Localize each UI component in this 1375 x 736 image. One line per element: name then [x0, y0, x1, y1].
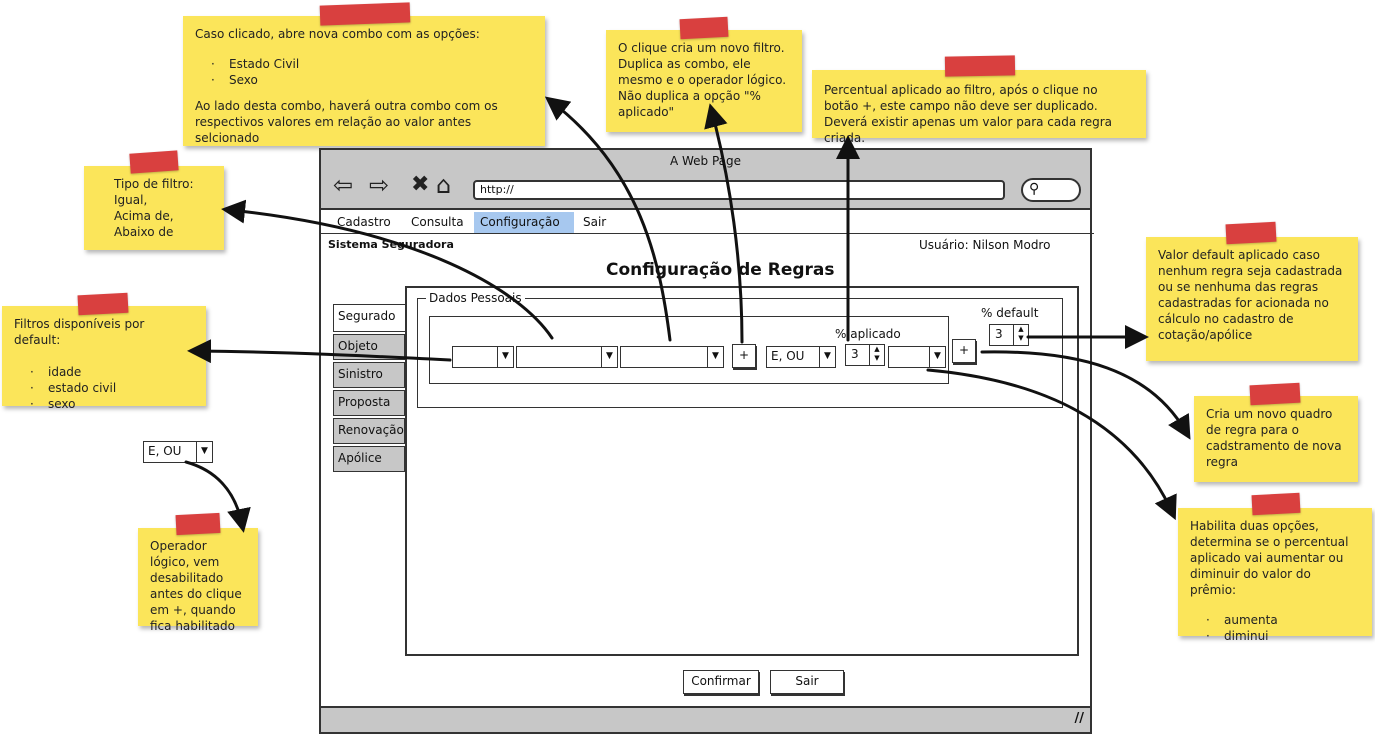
status-bar: //	[321, 706, 1090, 732]
list-item: idade	[30, 364, 194, 380]
tape	[129, 150, 179, 174]
tape	[1251, 492, 1301, 516]
add-rule-button[interactable]: +	[952, 339, 976, 363]
tab-objeto[interactable]: Objeto	[333, 334, 405, 360]
tape	[1249, 382, 1301, 406]
menu-item-sair[interactable]: Sair	[577, 212, 612, 233]
tape	[679, 16, 729, 40]
note-default-value: Valor default aplicado caso nenhum regra…	[1146, 237, 1358, 361]
tape	[1225, 221, 1277, 245]
note-options-title: Habilita duas opções, determina se o per…	[1190, 519, 1349, 597]
note-default-filters: Filtros disponíveis por default: idade e…	[2, 306, 206, 412]
url-text: http://	[480, 183, 514, 196]
menu-item-consulta[interactable]: Consulta	[405, 212, 470, 233]
resize-grip-icon: //	[1074, 711, 1085, 726]
window-title: A Web Page	[669, 154, 742, 168]
page-title: Configuração de Regras	[606, 260, 835, 280]
tab-renovacao[interactable]: Renovação	[333, 418, 405, 444]
note-combo-options: Caso clicado, abre nova combo com as opç…	[183, 16, 545, 146]
group-label: Dados Pessoais	[426, 290, 525, 306]
list-item: Acima de,	[114, 209, 174, 223]
note-options-list: aumenta diminui	[1190, 612, 1360, 644]
close-icon[interactable]: ✖	[411, 170, 429, 200]
increase-decrease-combo[interactable]: ▼	[888, 346, 946, 368]
note-increase-decrease: Habilita duas opções, determina se o per…	[1178, 508, 1372, 644]
note-operator-text: Operador lógico, vem desabilitado antes …	[150, 539, 242, 633]
browser-window: A Web Page ⇦ ⇨ ✖ ⌂ http:// ⚲ Cadastro Co…	[319, 148, 1094, 734]
filter-value-combo[interactable]: ▼	[620, 346, 724, 368]
back-arrow-icon[interactable]: ⇦	[333, 170, 353, 200]
tab-apolice[interactable]: Apólice	[333, 446, 405, 472]
logic-operator-value: E, OU	[771, 349, 805, 363]
note-filter-type: Tipo de filtro: Igual, Acima de, Abaixo …	[84, 166, 224, 250]
percent-default-stepper[interactable]: 3 ▲ ▼	[989, 324, 1029, 346]
note-default-filters-list: idade estado civil sexo	[14, 364, 194, 412]
tape	[77, 292, 129, 316]
list-item: diminui	[1206, 628, 1360, 644]
chevron-down-icon: ▼	[819, 347, 835, 367]
percent-applied-label: % aplicado	[835, 327, 901, 341]
tab-proposta[interactable]: Proposta	[333, 390, 405, 416]
list-item: Abaixo de	[114, 225, 174, 239]
list-item: Sexo	[211, 72, 533, 88]
add-filter-button[interactable]: +	[732, 344, 756, 368]
list-item: Igual,	[114, 193, 148, 207]
forward-arrow-icon[interactable]: ⇨	[369, 170, 389, 200]
tape	[319, 2, 411, 26]
filter-field-combo[interactable]: ▼	[452, 346, 514, 368]
note-type-title: Tipo de filtro:	[114, 177, 194, 191]
exit-button[interactable]: Sair	[770, 670, 844, 694]
tab-segurado[interactable]: Segurado	[333, 304, 407, 332]
title-bar: A Web Page ⇦ ⇨ ✖ ⌂ http:// ⚲	[321, 150, 1090, 210]
list-item: aumenta	[1206, 612, 1360, 628]
logic-operator-value: E, OU	[148, 444, 182, 458]
percent-applied-value: 3	[851, 347, 859, 361]
note-new-rule: Cria um novo quadro de regra para o cads…	[1194, 396, 1358, 482]
note-new-filter: O clique cria um novo filtro. Duplica as…	[606, 30, 802, 132]
search-field[interactable]: ⚲	[1021, 178, 1081, 202]
list-item: estado civil	[30, 380, 194, 396]
note-logic-operator: Operador lógico, vem desabilitado antes …	[138, 528, 258, 633]
note-default-value-text: Valor default aplicado caso nenhum regra…	[1158, 248, 1343, 342]
search-icon: ⚲	[1029, 181, 1040, 197]
tab-sinistro[interactable]: Sinistro	[333, 362, 405, 388]
percent-applied-stepper[interactable]: 3 ▲ ▼	[845, 344, 885, 366]
filter-type-combo[interactable]: ▼	[516, 346, 618, 368]
note-combo-list: Estado Civil Sexo	[195, 56, 533, 88]
menu-item-cadastro[interactable]: Cadastro	[331, 212, 397, 233]
logic-operator-combo-example[interactable]: E, OU ▼	[143, 441, 213, 463]
note-new-rule-text: Cria um novo quadro de regra para o cads…	[1206, 407, 1342, 469]
menu-item-configuracao[interactable]: Configuração	[474, 212, 574, 233]
note-new-filter-text: O clique cria um novo filtro. Duplica as…	[618, 41, 787, 119]
list-item: Estado Civil	[211, 56, 533, 72]
stepper-arrows-icon: ▲ ▼	[869, 345, 884, 365]
menu-bar: Cadastro Consulta Configuração Sair	[321, 212, 1094, 234]
note-combo-footer: Ao lado desta combo, haverá outra combo …	[195, 99, 498, 145]
tape	[944, 55, 1016, 77]
percent-default-value: 3	[995, 327, 1003, 341]
note-combo-intro: Caso clicado, abre nova combo com as opç…	[195, 27, 480, 41]
chevron-down-icon: ▼	[497, 347, 513, 367]
user-label: Usuário: Nilson Modro	[919, 238, 1051, 252]
stepper-arrows-icon: ▲ ▼	[1013, 325, 1028, 345]
home-icon[interactable]: ⌂	[436, 170, 451, 200]
note-percent-applied: Percentual aplicado ao filtro, após o cl…	[812, 70, 1146, 145]
list-item: sexo	[30, 396, 194, 412]
url-input[interactable]: http://	[473, 180, 1005, 200]
logic-operator-combo[interactable]: E, OU ▼	[766, 346, 836, 368]
system-name: Sistema Seguradora	[328, 238, 454, 251]
note-default-filters-title: Filtros disponíveis por default:	[14, 317, 145, 347]
percent-default-label: % default	[981, 306, 1039, 320]
confirm-button[interactable]: Confirmar	[683, 670, 759, 694]
chevron-down-icon: ▼	[196, 442, 212, 462]
tape	[175, 512, 221, 536]
chevron-down-icon: ▼	[707, 347, 723, 367]
chevron-down-icon: ▼	[601, 347, 617, 367]
note-percent-text: Percentual aplicado ao filtro, após o cl…	[824, 83, 1112, 145]
chevron-down-icon: ▼	[929, 347, 945, 367]
